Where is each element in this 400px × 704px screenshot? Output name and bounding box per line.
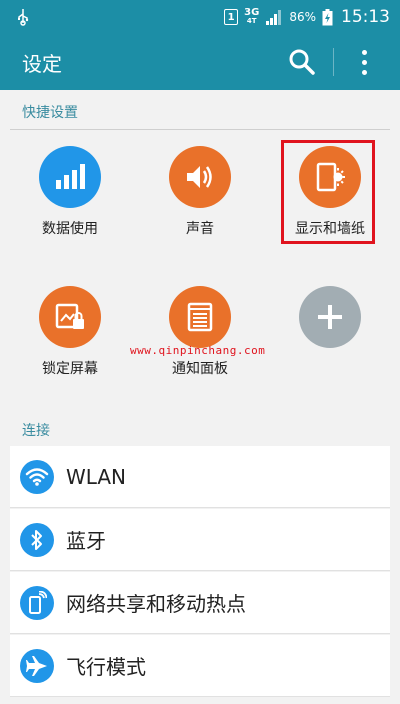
- hotspot-icon: [20, 585, 54, 620]
- quick-item-label: 锁定屏幕: [42, 361, 98, 377]
- quick-item-data-usage[interactable]: 数据使用: [10, 146, 130, 238]
- network-sub-label: 4T: [246, 17, 257, 25]
- list-item-airplane-mode[interactable]: 飞行模式: [10, 635, 390, 697]
- app-bar-divider: [333, 48, 334, 76]
- clock: 15:13: [341, 7, 390, 27]
- quick-settings-header: 快捷设置: [0, 102, 400, 130]
- quick-item-add[interactable]: [270, 286, 390, 348]
- airplane-icon: [20, 648, 54, 683]
- list-item-label: 网络共享和移动热点: [66, 592, 246, 616]
- add-icon: [299, 286, 361, 348]
- page-title: 设定: [22, 51, 62, 76]
- list-item-hotspot[interactable]: 网络共享和移动热点: [10, 572, 390, 634]
- quick-item-lock-screen[interactable]: 锁定屏幕: [10, 286, 130, 378]
- app-bar: 设定: [0, 34, 400, 90]
- search-button[interactable]: [286, 46, 318, 78]
- list-item-label: 飞行模式: [66, 655, 146, 679]
- battery-charging-icon: [322, 8, 333, 25]
- quick-item-sound[interactable]: 声音: [140, 146, 260, 238]
- quick-item-label: 通知面板: [172, 361, 228, 377]
- quick-item-notification-panel[interactable]: 通知面板: [140, 286, 260, 378]
- connections-header: 连接: [0, 420, 400, 448]
- more-dot-icon: [361, 49, 367, 55]
- quick-item-label: 声音: [186, 221, 214, 237]
- sound-icon: [169, 146, 231, 208]
- network-type: 3G 4T: [244, 8, 259, 26]
- quick-item-label: 数据使用: [42, 221, 98, 237]
- watermark: www.qinpinchang.com: [130, 344, 266, 357]
- list-item-label: 蓝牙: [66, 529, 106, 553]
- more-dot-icon: [361, 69, 367, 75]
- usb-icon: [18, 9, 29, 26]
- search-icon: [289, 49, 315, 75]
- battery-percent: 86%: [289, 10, 316, 24]
- list-item-wlan[interactable]: WLAN: [10, 446, 390, 508]
- signal-strength-icon: [266, 10, 282, 25]
- list-item-label: WLAN: [66, 464, 127, 489]
- highlight-box: [281, 140, 375, 244]
- more-dot-icon: [361, 59, 367, 65]
- lock-screen-icon: [39, 286, 101, 348]
- data-usage-icon: [39, 146, 101, 208]
- wifi-icon: [20, 459, 54, 494]
- list-item-bluetooth[interactable]: 蓝牙: [10, 509, 390, 571]
- bluetooth-icon: [20, 522, 54, 557]
- sim-slot-badge: 1: [224, 9, 239, 25]
- notification-panel-icon: [169, 286, 231, 348]
- status-bar: 1 3G 4T 86% 15:13: [0, 0, 400, 34]
- more-options-button[interactable]: [352, 44, 376, 80]
